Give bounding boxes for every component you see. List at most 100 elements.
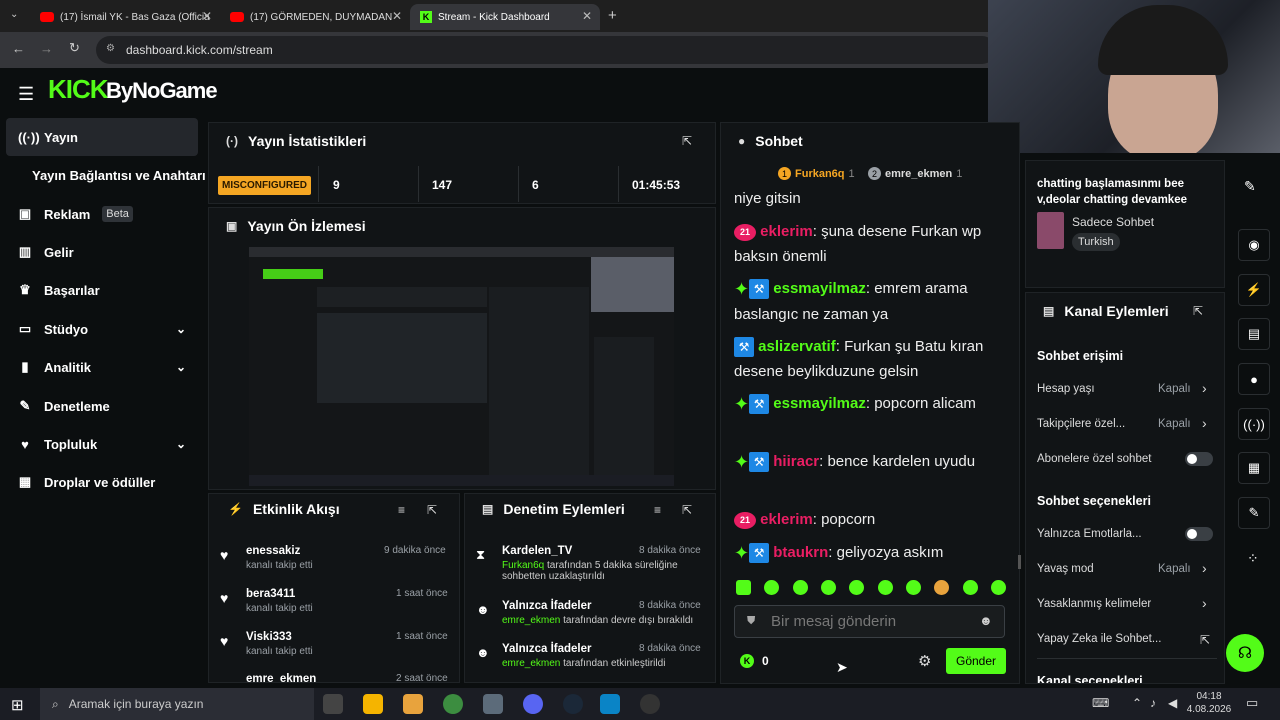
sidebar-item-topluluk[interactable]: ♥ Topluluk ⌄: [6, 425, 198, 463]
chevron-right-icon[interactable]: ›: [1202, 415, 1207, 431]
layout-icon[interactable]: ▦: [1238, 452, 1270, 484]
channel-points[interactable]: K 0: [740, 654, 769, 668]
site-info-icon[interactable]: ⚙: [106, 43, 115, 54]
moderation-actor[interactable]: emre_ekmen: [502, 658, 560, 669]
tray-chevron-icon[interactable]: ⌃: [1132, 696, 1142, 710]
sidebar-item-studyo[interactable]: ▭ Stüdyo ⌄: [6, 310, 198, 348]
filter-icon[interactable]: ≡: [398, 503, 405, 517]
close-icon[interactable]: ✕: [582, 9, 592, 23]
send-button[interactable]: Gönder: [946, 648, 1006, 674]
category-thumbnail[interactable]: [1037, 212, 1064, 249]
chrome-icon[interactable]: [443, 694, 463, 714]
support-headset-icon[interactable]: ☊: [1226, 634, 1264, 672]
banned-words-label[interactable]: Yasaklanmış kelimeler: [1037, 598, 1151, 610]
browser-tab-2[interactable]: (17) GÖRMEDEN, DUYMADAN ✕: [220, 4, 410, 30]
menu-icon[interactable]: ☰: [18, 84, 34, 105]
sidebar-item-gelir[interactable]: ▥ Gelir: [6, 233, 198, 271]
chevron-right-icon[interactable]: ›: [1202, 595, 1207, 611]
edit-pencil-icon[interactable]: ✎: [1244, 178, 1256, 195]
microphone-icon[interactable]: ♪: [1150, 696, 1156, 710]
moderation-actor[interactable]: emre_ekmen: [502, 615, 560, 626]
browser-tab-3[interactable]: K Stream - Kick Dashboard ✕: [410, 4, 600, 30]
chat-input[interactable]: ⛊ Bir mesaj gönderin ☻: [734, 605, 1005, 638]
back-icon[interactable]: ←: [12, 41, 25, 56]
popout-icon[interactable]: ⇱: [682, 134, 692, 148]
chevron-right-icon[interactable]: ›: [1202, 560, 1207, 576]
emote-icon[interactable]: [990, 580, 1006, 595]
slow-mode-label[interactable]: Yavaş mod: [1037, 563, 1094, 575]
emote-icon[interactable]: [820, 580, 836, 595]
notification-icon[interactable]: ▭: [1246, 695, 1258, 711]
emote-icon[interactable]: [905, 580, 921, 595]
popout-icon[interactable]: ⇱: [1193, 304, 1203, 318]
url-field[interactable]: ⚙ dashboard.kick.com/stream: [96, 36, 996, 64]
filter-icon[interactable]: ≡: [654, 503, 661, 517]
followers-only-label[interactable]: Takipçilere özel...: [1037, 418, 1125, 430]
emote-icon[interactable]: [736, 580, 751, 595]
message-user[interactable]: hiiracr: [773, 453, 819, 470]
message-user[interactable]: btaukrn: [773, 544, 828, 561]
windows-start-icon[interactable]: ⊞: [11, 696, 24, 714]
emote-icon[interactable]: [792, 580, 808, 595]
volume-icon[interactable]: ◀: [1168, 696, 1177, 710]
emote-icon[interactable]: [877, 580, 893, 595]
bolt-icon[interactable]: ⚡: [1238, 274, 1270, 306]
broadcast-icon[interactable]: ((·)): [1238, 408, 1270, 440]
kick-logo[interactable]: KICK ByNoGame: [48, 74, 218, 105]
sidebar-item-analitik[interactable]: ▮ Analitik ⌄: [6, 348, 198, 386]
top-chatter-1[interactable]: 1 Furkan6q 1: [778, 167, 855, 180]
sidebar-item-reklam[interactable]: ▣ Reklam Beta: [6, 195, 198, 233]
steam-icon[interactable]: [563, 694, 583, 714]
app-icon[interactable]: [483, 694, 503, 714]
subscribers-only-toggle[interactable]: [1185, 452, 1213, 466]
wrench-icon[interactable]: ✎: [1238, 497, 1270, 529]
file-explorer-icon[interactable]: [403, 694, 423, 714]
obs-icon[interactable]: [640, 694, 660, 714]
sidebar-item-droplar[interactable]: ▦ Droplar ve ödüller: [6, 463, 198, 501]
forward-icon[interactable]: →: [40, 41, 53, 56]
emote-icon[interactable]: [849, 580, 865, 595]
message-user[interactable]: eklerim: [760, 223, 813, 240]
settings-gear-icon[interactable]: ⚙: [918, 652, 931, 670]
account-age-label[interactable]: Hesap yaşı: [1037, 383, 1095, 395]
ai-chat-label[interactable]: Yapay Zeka ile Sohbet...: [1037, 633, 1161, 645]
browser-tab-1[interactable]: (17) İsmail YK - Bas Gaza (Officia ✕: [30, 4, 220, 30]
apps-icon[interactable]: ⁘: [1247, 550, 1259, 567]
emote-icon[interactable]: [764, 580, 780, 595]
battle-net-icon[interactable]: [600, 694, 620, 714]
close-icon[interactable]: ✕: [392, 9, 402, 23]
close-icon[interactable]: ✕: [202, 9, 212, 23]
category-label[interactable]: Sadece Sohbet: [1072, 215, 1154, 229]
tab-search-icon[interactable]: ⌄: [10, 9, 18, 20]
message-user[interactable]: aslizervatif: [758, 338, 836, 355]
chat-scrollbar[interactable]: [1018, 555, 1021, 569]
new-tab-icon[interactable]: +: [608, 7, 617, 24]
chat-bubble-icon[interactable]: ●: [1238, 363, 1270, 395]
message-user[interactable]: essmayilmaz: [773, 280, 866, 297]
clock[interactable]: 04:18 4.08.2026: [1184, 690, 1234, 716]
emote-only-toggle[interactable]: [1185, 527, 1213, 541]
message-user[interactable]: eklerim: [760, 511, 813, 528]
task-view-icon[interactable]: [323, 694, 343, 714]
discord-icon[interactable]: [523, 694, 543, 714]
popout-icon[interactable]: ⇱: [427, 503, 437, 517]
emote-icon[interactable]: [934, 580, 950, 595]
sidebar-item-yayin[interactable]: ((·)) Yayın: [6, 118, 198, 156]
message-user[interactable]: essmayilmaz: [773, 395, 866, 412]
taskbar-search[interactable]: ⌕ Aramak için buraya yazın: [40, 688, 314, 720]
camera-icon[interactable]: ◉: [1238, 229, 1270, 261]
chevron-right-icon[interactable]: ›: [1202, 380, 1207, 396]
emote-icon[interactable]: [962, 580, 978, 595]
keyboard-icon[interactable]: ⌨: [1092, 696, 1109, 710]
sidebar-item-stream-key[interactable]: Yayın Bağlantısı ve Anahtarı: [6, 156, 206, 194]
reload-icon[interactable]: ↻: [69, 40, 80, 56]
app-icon[interactable]: [363, 694, 383, 714]
sidebar-item-basarilar[interactable]: ♛ Başarılar: [6, 271, 198, 309]
emoji-icon[interactable]: ☻: [979, 613, 993, 628]
popout-icon[interactable]: ⇱: [682, 503, 692, 517]
top-chatter-2[interactable]: 2 emre_ekmen 1: [868, 167, 962, 180]
external-link-icon[interactable]: ⇱: [1200, 633, 1210, 647]
sidebar-item-denetleme[interactable]: ✎ Denetleme: [6, 387, 198, 425]
document-icon[interactable]: ▤: [1238, 318, 1270, 350]
stream-preview-video[interactable]: [249, 247, 674, 486]
